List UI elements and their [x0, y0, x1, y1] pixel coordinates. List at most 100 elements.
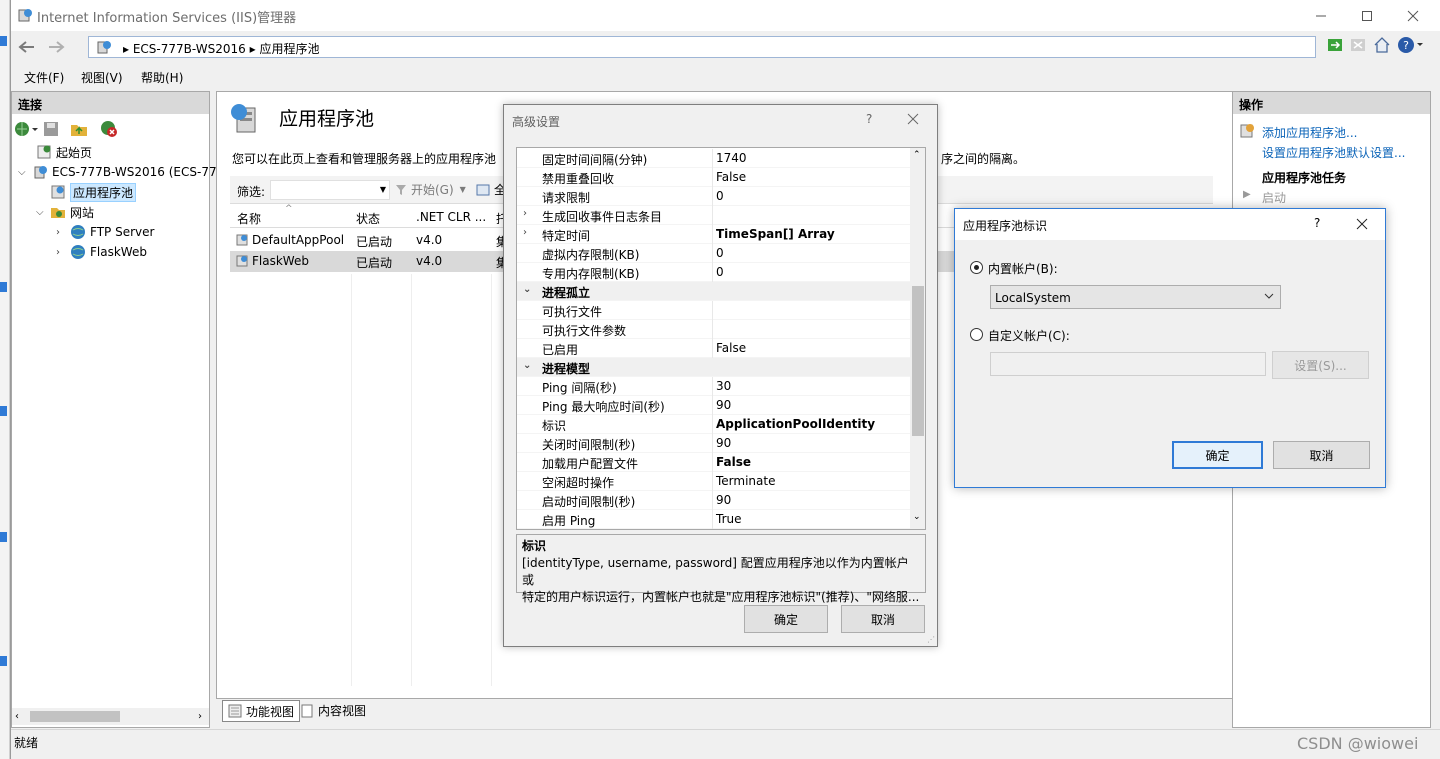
- back-arrow-icon[interactable]: [15, 37, 39, 57]
- start-filter-button[interactable]: 开始(G) ▼: [395, 181, 466, 198]
- property-row[interactable]: › 生成回收事件日志条目: [517, 206, 910, 225]
- property-row[interactable]: 标识 ApplicationPoolIdentity: [517, 415, 910, 434]
- set-pool-defaults-link[interactable]: 设置应用程序池默认设置...: [1262, 144, 1405, 161]
- help-icon[interactable]: ?: [1314, 216, 1320, 230]
- home-icon[interactable]: [1373, 36, 1391, 54]
- property-value[interactable]: 0: [716, 265, 724, 279]
- tree-item-start-page[interactable]: 起始页: [18, 142, 92, 162]
- tab-features-view[interactable]: 功能视图: [222, 700, 301, 722]
- menu-help[interactable]: 帮助(H): [141, 69, 183, 86]
- property-value[interactable]: False: [716, 170, 746, 184]
- breadcrumb-app-pools[interactable]: 应用程序池: [259, 42, 319, 56]
- vertical-scrollbar[interactable]: ⌃ ⌄: [910, 148, 925, 529]
- property-row[interactable]: 空闲超时操作 Terminate: [517, 472, 910, 491]
- col-name[interactable]: 名称: [237, 210, 261, 227]
- tree-item-ftp-server[interactable]: › FTP Server: [56, 222, 154, 242]
- col-status[interactable]: 状态: [356, 210, 380, 227]
- property-row[interactable]: › 特定时间 TimeSpan[] Array: [517, 225, 910, 244]
- property-row[interactable]: 固定时间间隔(分钟) 1740: [517, 149, 910, 168]
- tree-item-app-pools[interactable]: 应用程序池: [50, 182, 137, 202]
- refresh-icon[interactable]: [1327, 37, 1343, 53]
- help-icon[interactable]: ?: [866, 112, 872, 126]
- property-row[interactable]: Ping 最大响应时间(秒) 90: [517, 396, 910, 415]
- ok-button[interactable]: 确定: [1172, 441, 1263, 469]
- builtin-account-radio[interactable]: [970, 261, 983, 274]
- tree-item-sites[interactable]: ⌵ 网站: [36, 202, 94, 222]
- connect-globe-icon[interactable]: [14, 120, 40, 138]
- start-pool-action[interactable]: 启动: [1262, 189, 1286, 206]
- property-value[interactable]: 0: [716, 189, 724, 203]
- filter-input[interactable]: ▼: [270, 180, 390, 200]
- tree-item-flaskweb[interactable]: › FlaskWeb: [56, 242, 147, 262]
- scroll-thumb[interactable]: [30, 711, 120, 722]
- property-value[interactable]: 90: [716, 493, 731, 507]
- property-value[interactable]: 90: [716, 398, 731, 412]
- stop-icon[interactable]: [1350, 37, 1366, 53]
- chevron-down-icon[interactable]: ⌵: [36, 207, 50, 218]
- property-row[interactable]: 虚拟内存限制(KB) 0: [517, 244, 910, 263]
- tab-content-view[interactable]: 内容视图: [300, 702, 366, 719]
- property-value[interactable]: True: [716, 512, 742, 526]
- property-value[interactable]: ApplicationPoolIdentity: [716, 417, 875, 431]
- col-clr[interactable]: .NET CLR ...: [416, 210, 486, 224]
- breadcrumb-server[interactable]: ECS-777B-WS2016: [133, 42, 246, 56]
- scroll-left-icon[interactable]: ‹: [15, 711, 19, 722]
- address-bar[interactable]: ▸ ECS-777B-WS2016 ▸ 应用程序池: [88, 36, 1316, 58]
- scroll-down-icon[interactable]: ⌄: [913, 512, 921, 522]
- property-row[interactable]: 请求限制 0: [517, 187, 910, 206]
- maximize-button[interactable]: [1344, 0, 1390, 31]
- property-row[interactable]: 可执行文件: [517, 301, 910, 320]
- property-value[interactable]: False: [716, 455, 751, 469]
- scroll-thumb[interactable]: [912, 286, 924, 436]
- property-row[interactable]: Ping 间隔(秒) 30: [517, 377, 910, 396]
- dropdown-arrow-icon[interactable]: ▼: [380, 185, 386, 194]
- property-value[interactable]: 1740: [716, 151, 747, 165]
- menu-view[interactable]: 视图(V): [81, 69, 123, 86]
- scroll-right-icon[interactable]: ›: [198, 711, 202, 722]
- chevron-down-icon[interactable]: ⌄: [523, 360, 531, 371]
- close-icon[interactable]: [1356, 218, 1368, 230]
- property-value[interactable]: 0: [716, 246, 724, 260]
- folder-up-icon[interactable]: [70, 120, 88, 138]
- save-icon[interactable]: [42, 120, 60, 138]
- tree-item-server[interactable]: ⌵ ECS-777B-WS2016 (ECS-77: [18, 162, 217, 182]
- ok-button[interactable]: 确定: [744, 605, 828, 633]
- property-value[interactable]: 30: [716, 379, 731, 393]
- scroll-up-icon[interactable]: ⌃: [913, 150, 921, 160]
- property-row[interactable]: 专用内存限制(KB) 0: [517, 263, 910, 282]
- property-value[interactable]: False: [716, 341, 746, 355]
- property-value[interactable]: 90: [716, 436, 731, 450]
- minimize-button[interactable]: [1298, 0, 1344, 31]
- add-app-pool-link[interactable]: 添加应用程序池...: [1262, 124, 1357, 141]
- chevron-right-icon[interactable]: ›: [523, 227, 527, 238]
- chevron-right-icon[interactable]: ›: [56, 247, 70, 258]
- property-value[interactable]: TimeSpan[] Array: [716, 227, 835, 241]
- custom-account-input[interactable]: [990, 352, 1266, 376]
- show-all-button[interactable]: 全: [476, 181, 506, 198]
- cancel-button[interactable]: 取消: [841, 605, 925, 633]
- property-row[interactable]: 关闭时间限制(秒) 90: [517, 434, 910, 453]
- close-icon[interactable]: [907, 113, 919, 125]
- forward-arrow-icon[interactable]: [44, 37, 68, 57]
- property-row[interactable]: 启动时间限制(秒) 90: [517, 491, 910, 510]
- chevron-right-icon[interactable]: ›: [523, 208, 527, 219]
- property-row[interactable]: 已启用 False: [517, 339, 910, 358]
- chevron-down-icon[interactable]: ⌵: [18, 167, 32, 178]
- chevron-right-icon[interactable]: ›: [56, 227, 70, 238]
- property-category[interactable]: ⌄ 进程孤立: [517, 282, 910, 301]
- property-row[interactable]: 启用 Ping True: [517, 510, 910, 529]
- horizontal-scrollbar[interactable]: ‹ ›: [12, 708, 209, 725]
- set-credentials-button[interactable]: 设置(S)...: [1272, 351, 1369, 379]
- property-row[interactable]: 加载用户配置文件 False: [517, 453, 910, 472]
- help-icon[interactable]: ?: [1397, 36, 1425, 54]
- custom-account-radio[interactable]: [970, 328, 983, 341]
- builtin-account-select[interactable]: LocalSystem: [990, 285, 1281, 309]
- cancel-button[interactable]: 取消: [1273, 441, 1370, 469]
- resize-grip-icon[interactable]: ⋰: [927, 635, 935, 644]
- property-row[interactable]: 可执行文件参数: [517, 320, 910, 339]
- chevron-down-icon[interactable]: ⌄: [523, 284, 531, 295]
- disconnect-icon[interactable]: [100, 120, 118, 138]
- property-value[interactable]: Terminate: [716, 474, 775, 488]
- property-row[interactable]: 禁用重叠回收 False: [517, 168, 910, 187]
- close-button[interactable]: [1390, 0, 1436, 31]
